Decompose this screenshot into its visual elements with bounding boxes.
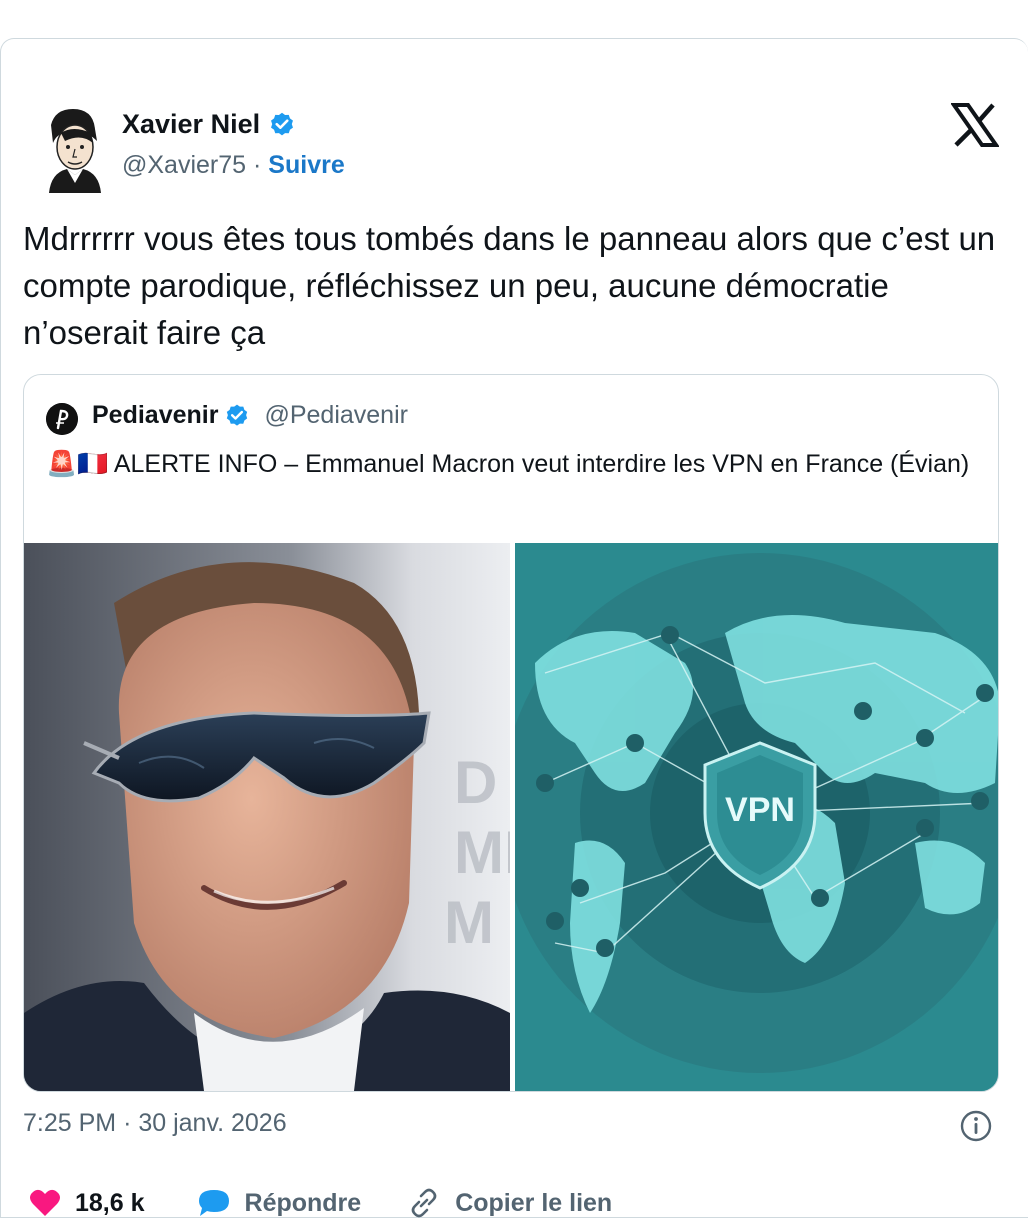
tweet-text: Mdrrrrrr vous êtes tous tombés dans le p… bbox=[23, 220, 996, 351]
meta-separator: · bbox=[123, 1109, 132, 1137]
tweet-card: Xavier Niel @Xavier75 · Suivre Mdrrrrrr … bbox=[0, 38, 1028, 1218]
copy-link-label: Copier le lien bbox=[455, 1188, 613, 1217]
author-avatar[interactable] bbox=[37, 103, 105, 193]
reply-bubble-icon bbox=[198, 1190, 229, 1216]
x-logo-icon[interactable] bbox=[951, 103, 999, 147]
quoted-avatar[interactable] bbox=[46, 403, 78, 435]
follow-button[interactable]: Suivre bbox=[268, 151, 344, 179]
author-name[interactable]: Xavier Niel bbox=[122, 109, 260, 140]
vpn-label: VPN bbox=[725, 791, 795, 829]
quoted-author-name[interactable]: Pediavenir bbox=[92, 401, 218, 430]
quoted-text: 🚨🇫🇷 ALERTE INFO – Emmanuel Macron veut i… bbox=[46, 450, 970, 478]
reply-label: Répondre bbox=[244, 1188, 362, 1217]
action-bar: 18,6 k Répondre Copier le lien bbox=[23, 1186, 612, 1220]
tweet-date[interactable]: 30 janv. 2026 bbox=[138, 1109, 286, 1137]
author-name-row[interactable]: Xavier Niel bbox=[122, 109, 296, 140]
heart-icon bbox=[30, 1189, 60, 1216]
photo-man-sunglasses[interactable]: D MI M bbox=[24, 543, 510, 1091]
quoted-author-handle[interactable]: @Pediavenir bbox=[264, 401, 408, 430]
svg-text:D: D bbox=[454, 749, 497, 816]
tweet-meta: 7:25 PM · 30 janv. 2026 bbox=[23, 1109, 287, 1138]
quoted-tweet[interactable]: Pediavenir @Pediavenir 🚨🇫🇷 ALERTE INFO –… bbox=[23, 374, 999, 1092]
handle-separator: · bbox=[253, 151, 262, 179]
author-handle[interactable]: @Xavier75 bbox=[122, 151, 246, 179]
handle-line: @Xavier75 · Suivre bbox=[122, 151, 345, 180]
verified-badge-icon bbox=[271, 112, 294, 135]
like-button[interactable]: 18,6 k bbox=[29, 1188, 145, 1218]
vpn-world-map-image[interactable]: VPN bbox=[515, 543, 999, 1091]
svg-text:MI: MI bbox=[454, 819, 510, 886]
quoted-media[interactable]: D MI M bbox=[24, 543, 999, 1091]
link-icon bbox=[411, 1188, 437, 1218]
like-count: 18,6 k bbox=[75, 1188, 145, 1217]
info-icon[interactable] bbox=[959, 1109, 993, 1143]
reply-button[interactable]: Répondre bbox=[197, 1187, 362, 1219]
copy-link-button[interactable]: Copier le lien bbox=[407, 1186, 612, 1220]
svg-text:M: M bbox=[444, 889, 494, 956]
tweet-time[interactable]: 7:25 PM bbox=[23, 1109, 116, 1137]
quoted-author-row[interactable]: Pediavenir @Pediavenir bbox=[92, 401, 408, 430]
verified-badge-icon bbox=[227, 404, 248, 426]
